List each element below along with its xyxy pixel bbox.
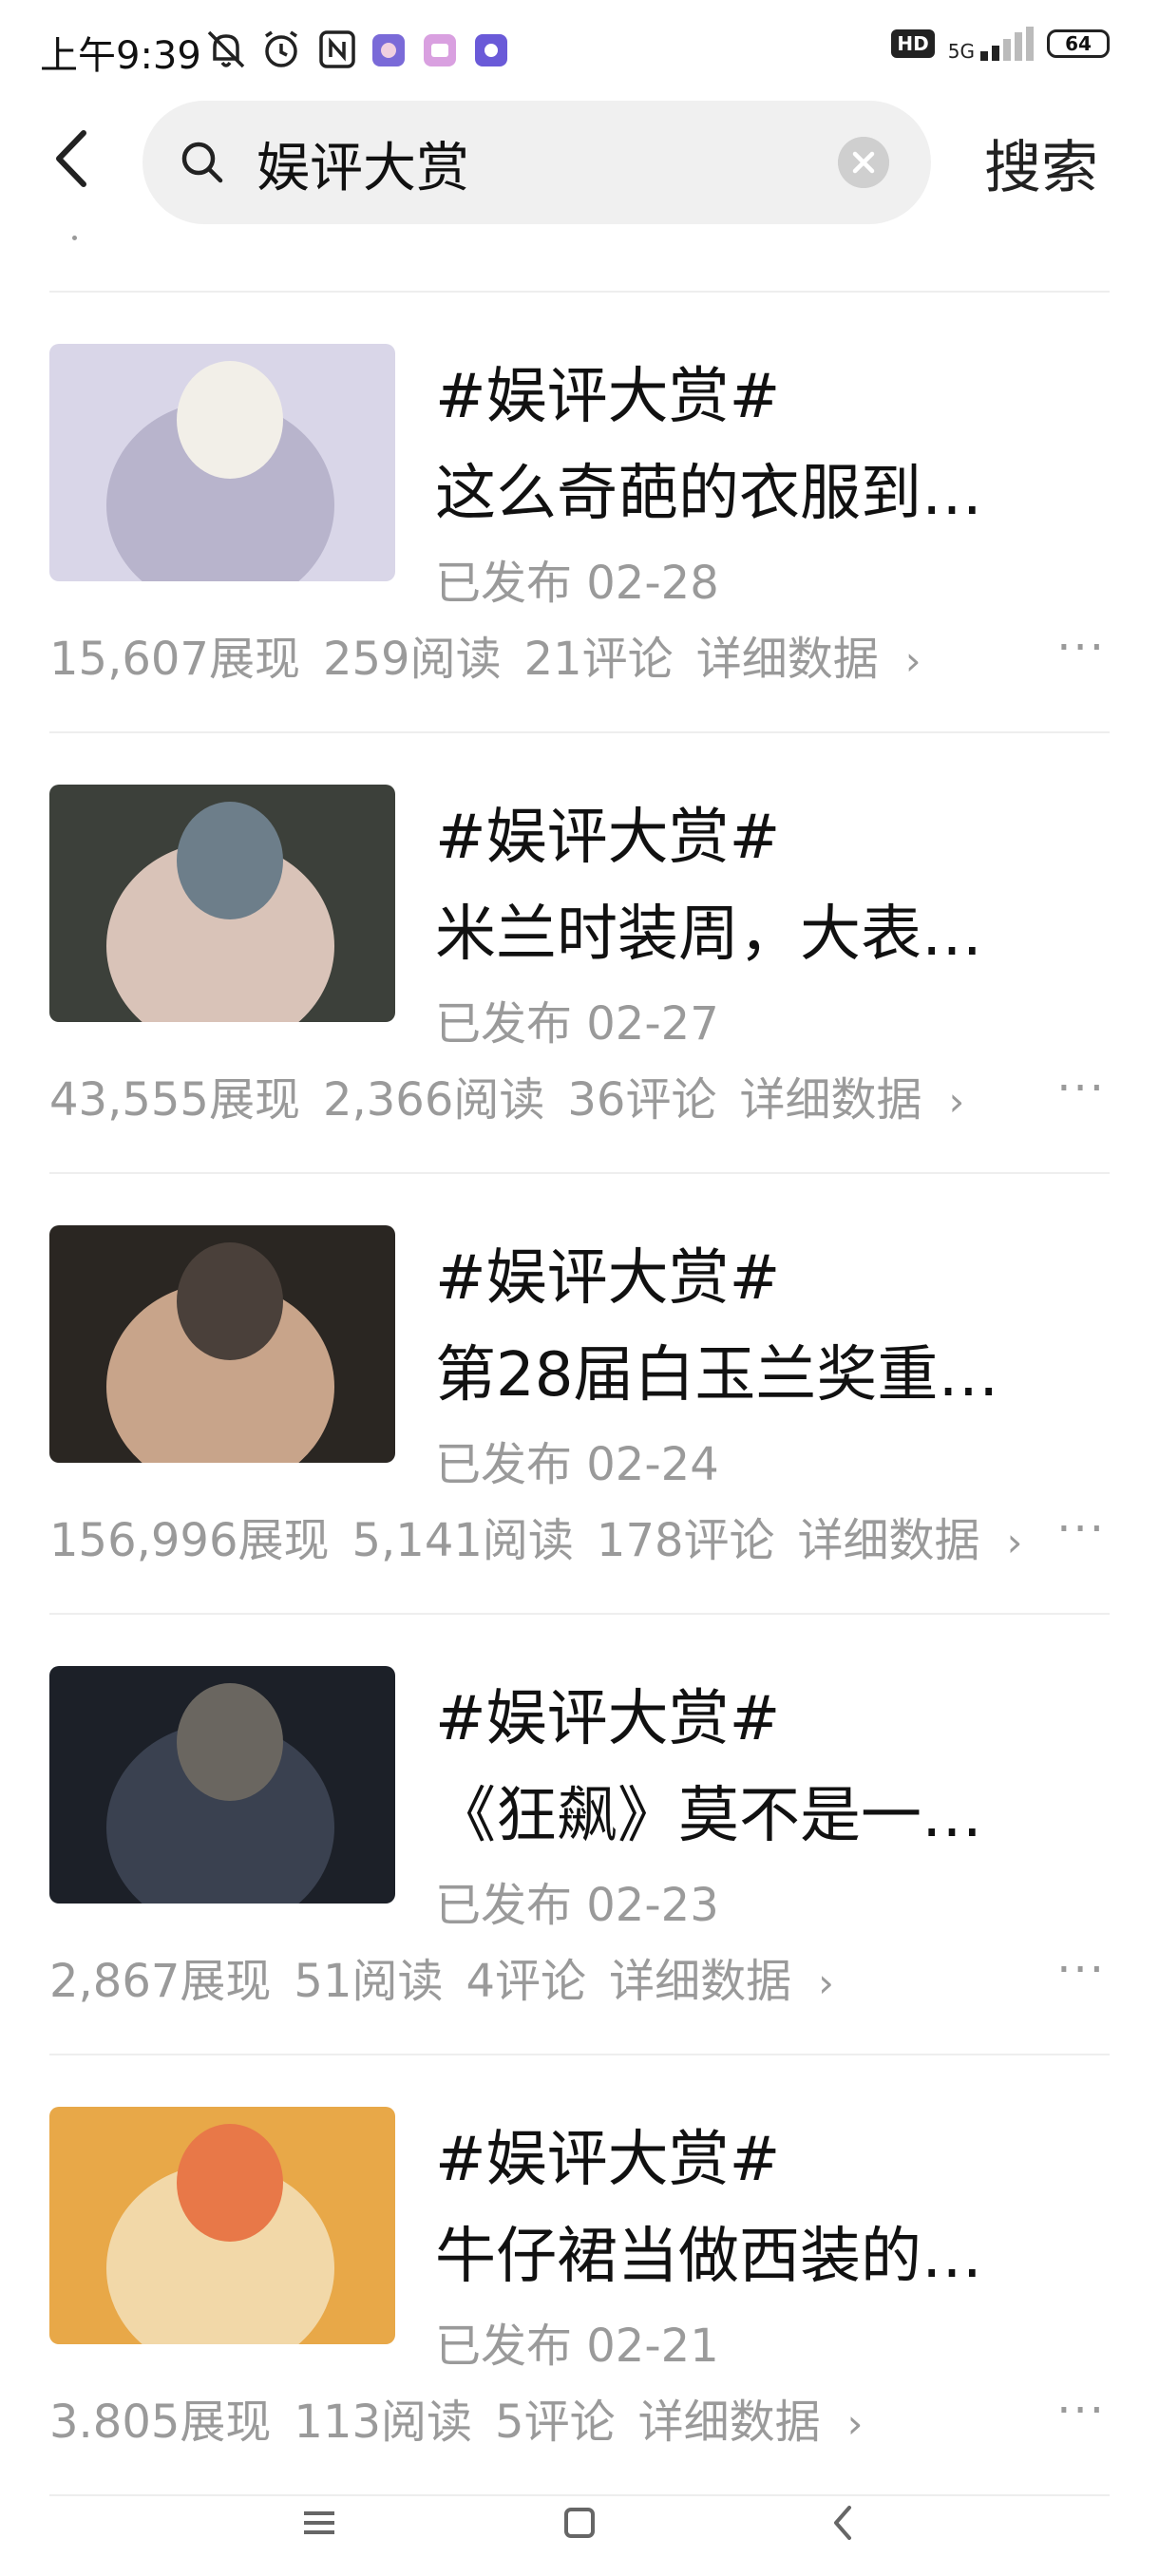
comments-count: 5评论	[495, 2396, 616, 2449]
nav-back-icon[interactable]	[815, 2494, 872, 2551]
detail-data-link[interactable]: 详细数据 ›	[609, 1955, 857, 2008]
app-notification-icon	[372, 34, 405, 66]
article-title[interactable]: 《狂飙》莫不是一…	[435, 1767, 1062, 1854]
chevron-right-icon: ›	[904, 637, 922, 684]
reads-count: 259阅读	[322, 633, 502, 686]
more-dots-icon[interactable]: ···	[1056, 1943, 1106, 1997]
mute-notification-icon	[207, 30, 245, 68]
chevron-right-icon: ›	[948, 1078, 965, 1125]
comments-count: 178评论	[596, 1514, 775, 1567]
back-arrow-icon[interactable]	[46, 125, 103, 192]
scroll-remnant	[72, 236, 77, 240]
battery-icon: 64	[1047, 29, 1110, 58]
signal-group: 5G	[948, 27, 1034, 61]
detail-data-label: 详细数据	[739, 1073, 922, 1127]
reads-count: 51阅读	[294, 1955, 444, 2008]
clear-search-icon[interactable]	[838, 137, 889, 188]
chevron-right-icon: ›	[846, 2400, 864, 2447]
divider	[49, 291, 1110, 293]
menu-icon[interactable]	[291, 2494, 348, 2551]
detail-data-label: 详细数据	[637, 2396, 821, 2449]
search-input[interactable]	[255, 129, 828, 198]
article-stats: 43,555展现 2,366阅读 36评论 详细数据 ›	[49, 1062, 1010, 1128]
article-thumbnail[interactable]	[49, 2107, 395, 2344]
article-thumbnail[interactable]	[49, 785, 395, 1022]
article-thumbnail[interactable]	[49, 1225, 395, 1463]
search-header: 搜索	[0, 95, 1159, 228]
detail-data-link[interactable]: 详细数据 ›	[739, 1073, 987, 1127]
article-tag[interactable]: #娱评大赏#	[435, 1229, 780, 1316]
article-tag[interactable]: #娱评大赏#	[435, 2111, 780, 2198]
status-right: HD 5G 64	[891, 27, 1110, 61]
article-stats: 15,607展现 259阅读 21评论 详细数据 ›	[49, 621, 967, 688]
app-notification-icon	[424, 34, 456, 66]
impressions-count: 3.805展现	[49, 2396, 272, 2449]
impressions-count: 156,996展现	[49, 1514, 330, 1567]
article-title[interactable]: 这么奇葩的衣服到…	[435, 445, 1062, 532]
article-item[interactable]: #娱评大赏# 牛仔裙当做西装的… 已发布 02-21 3.805展现 113阅读 5评论详…	[0, 2057, 1159, 2496]
detail-data-link[interactable]: 详细数据 ›	[696, 633, 944, 686]
reads-count: 5,141阅读	[352, 1514, 574, 1567]
detail-data-label: 详细数据	[797, 1514, 980, 1567]
network-type: 5G	[947, 40, 975, 63]
detail-data-link[interactable]: 详细数据 ›	[638, 2396, 886, 2449]
article-title[interactable]: 牛仔裙当做西装的…	[435, 2207, 1062, 2295]
article-title[interactable]: 第28届白玉兰奖重…	[435, 1326, 1062, 1413]
chevron-right-icon: ›	[1006, 1519, 1023, 1565]
impressions-count: 15,607展现	[49, 633, 300, 686]
system-nav-bar	[0, 2470, 1159, 2576]
comments-count: 4评论	[466, 1955, 587, 2008]
detail-data-label: 详细数据	[609, 1955, 792, 2008]
divider	[49, 731, 1110, 733]
chevron-right-icon: ›	[818, 1960, 834, 2006]
reads-count: 113阅读	[294, 2396, 473, 2449]
alarm-icon	[265, 30, 297, 67]
detail-data-link[interactable]: 详细数据 ›	[798, 1514, 1046, 1567]
reads-count: 2,366阅读	[322, 1073, 545, 1127]
home-icon[interactable]	[551, 2494, 608, 2551]
article-item[interactable]: #娱评大赏# 米兰时装周，大表… 已发布 02-27 43,555展现 2,366阅读 3…	[0, 735, 1159, 1174]
publish-date: 已发布 02-24	[435, 1438, 719, 1491]
divider	[49, 1613, 1110, 1615]
article-item[interactable]: #娱评大赏# 《狂飙》莫不是一… 已发布 02-23 2,867展现 51阅读 4评论 详细…	[0, 1617, 1159, 2055]
status-bar: 上午9:39 HD 5G 64	[0, 0, 1159, 95]
article-tag[interactable]: #娱评大赏#	[435, 1670, 780, 1757]
app-notification-icon	[475, 34, 507, 66]
publish-date: 已发布 02-21	[435, 2320, 719, 2373]
comments-count: 36评论	[567, 1073, 717, 1127]
impressions-count: 2,867展现	[49, 1955, 272, 2008]
article-tag[interactable]: #娱评大赏#	[435, 788, 780, 876]
article-stats: 2,867展现 51阅读 4评论 详细数据 ›	[49, 1943, 880, 2010]
search-button[interactable]: 搜索	[984, 122, 1098, 204]
article-stats: 3.805展现 113阅读 5评论 详细数据 ›	[49, 2384, 908, 2451]
nfc-icon	[319, 30, 355, 68]
search-box[interactable]	[142, 101, 931, 224]
article-item[interactable]: #娱评大赏# 这么奇葩的衣服到… 已发布 02-28 15,607展现 259阅读 21评…	[0, 294, 1159, 733]
article-title[interactable]: 米兰时装周，大表…	[435, 885, 1062, 973]
detail-data-label: 详细数据	[695, 633, 879, 686]
divider	[49, 1172, 1110, 1174]
hd-badge: HD	[891, 29, 935, 58]
article-item[interactable]: #娱评大赏# 第28届白玉兰奖重… 已发布 02-24 156,996展现 5,141阅…	[0, 1176, 1159, 1615]
publish-date: 已发布 02-28	[435, 557, 719, 610]
divider	[49, 2054, 1110, 2055]
publish-date: 已发布 02-27	[435, 997, 719, 1051]
article-tag[interactable]: #娱评大赏#	[435, 348, 780, 435]
more-dots-icon[interactable]: ···	[1056, 1503, 1106, 1556]
article-thumbnail[interactable]	[49, 1666, 395, 1904]
publish-date: 已发布 02-23	[435, 1879, 719, 1932]
status-time: 上午9:39	[40, 34, 201, 78]
signal-strength-icon	[980, 27, 1034, 61]
more-dots-icon[interactable]: ···	[1056, 2384, 1106, 2437]
article-thumbnail[interactable]	[49, 344, 395, 581]
article-stats: 156,996展现 5,141阅读 178评论 详细数据 ›	[49, 1503, 1068, 1569]
impressions-count: 43,555展现	[49, 1073, 300, 1127]
more-dots-icon[interactable]: ···	[1056, 1062, 1106, 1115]
search-icon	[181, 142, 223, 183]
comments-count: 21评论	[523, 633, 674, 686]
more-dots-icon[interactable]: ···	[1056, 621, 1106, 674]
